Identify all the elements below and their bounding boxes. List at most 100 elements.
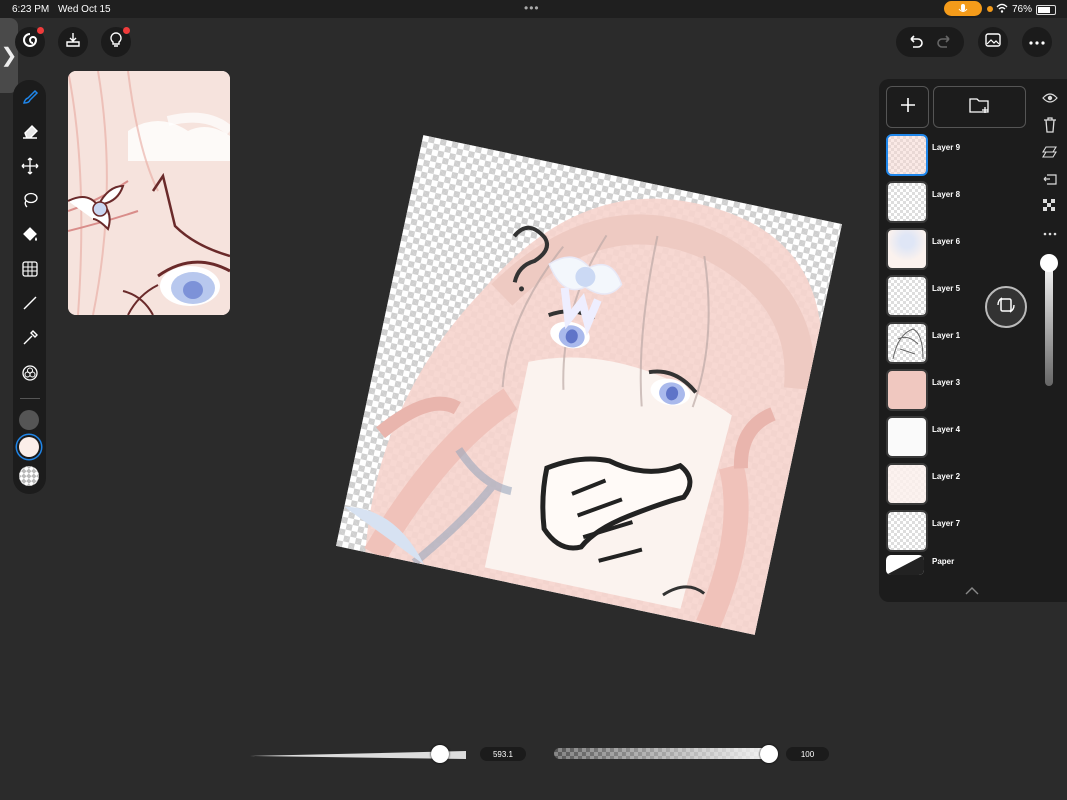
layer-name: Paper [932, 557, 955, 566]
more-icon[interactable] [1041, 226, 1059, 242]
opacity-slider[interactable] [554, 748, 778, 759]
reference-artwork [68, 71, 230, 315]
layer-thumbnail [886, 555, 924, 575]
lasso-icon [21, 191, 39, 214]
fill-icon [21, 225, 39, 248]
lasso-tool[interactable] [19, 191, 41, 213]
layer-item[interactable]: Layer 6 [886, 228, 1046, 270]
brush-tool[interactable] [19, 88, 41, 110]
rotate-canvas-button[interactable] [985, 286, 1027, 328]
canvas-surface[interactable] [336, 135, 842, 635]
lightbulb-icon [107, 31, 125, 54]
trash-icon[interactable] [1041, 117, 1059, 133]
layer-thumbnail [886, 369, 928, 411]
move-tool[interactable] [19, 157, 41, 179]
layer-name: Layer 5 [932, 284, 961, 293]
layer-thumbnail [886, 322, 928, 364]
brush-size-knob[interactable] [431, 745, 450, 763]
wifi-icon [996, 3, 1008, 16]
layer-thumbnail [886, 181, 928, 223]
layer-name: Layer 9 [932, 143, 961, 152]
notification-dot [37, 27, 44, 34]
eraser-tool[interactable] [19, 122, 41, 144]
import-icon [64, 31, 82, 54]
sidebar-toggle[interactable]: ❯ [0, 18, 18, 93]
layer-opacity-slider[interactable] [1045, 256, 1053, 386]
battery-percent: 76% [1012, 4, 1033, 15]
layer-name: Layer 6 [932, 237, 961, 246]
status-bar: 6:23 PM Wed Oct 15 ••• 76% [0, 0, 1067, 18]
checker-icon[interactable] [1041, 198, 1059, 214]
transparent-color-swatch[interactable] [19, 466, 39, 486]
reference-image-window[interactable] [68, 71, 230, 315]
brush-size-value: 593.1 [480, 747, 526, 761]
collapse-chevron-icon[interactable] [965, 582, 979, 600]
import-button[interactable] [58, 27, 88, 57]
layer-name: Layer 4 [932, 425, 961, 434]
primary-color-swatch[interactable] [19, 410, 39, 430]
layer-thumbnail [886, 416, 928, 458]
layer-name: Layer 3 [932, 378, 961, 387]
paper-layer-item[interactable]: Paper [886, 555, 1046, 577]
opacity-knob[interactable] [760, 745, 779, 763]
layer-item[interactable]: Layer 1 [886, 322, 1046, 364]
rotate-icon [995, 294, 1017, 321]
app-menu-button[interactable] [15, 27, 45, 57]
layer-name: Layer 7 [932, 519, 961, 528]
layer-name: Layer 2 [932, 472, 961, 481]
app-logo-icon [21, 31, 39, 54]
line-tool[interactable] [19, 294, 41, 316]
more-options-button[interactable] [1022, 27, 1052, 57]
more-icon [1028, 33, 1046, 51]
redo-icon[interactable] [936, 33, 954, 56]
opacity-value: 100 [786, 747, 829, 761]
eyedropper-tool[interactable] [19, 329, 41, 351]
artwork [344, 198, 822, 635]
add-layer-icon [899, 96, 917, 119]
export-icon[interactable] [1041, 171, 1059, 187]
battery-icon [1036, 5, 1056, 15]
layer-name: Layer 1 [932, 331, 961, 340]
status-date: Wed Oct 15 [58, 4, 111, 15]
layers-panel: Layer 9 Layer 8 Layer 6 Layer 5 Layer 1 … [879, 79, 1067, 602]
merge-icon[interactable] [1041, 144, 1059, 160]
color-wheel-tool[interactable] [19, 364, 41, 386]
fill-tool[interactable] [19, 225, 41, 247]
line-icon [21, 294, 39, 317]
add-folder-button[interactable] [933, 86, 1026, 128]
layer-item[interactable]: Layer 2 [886, 463, 1046, 505]
status-time: 6:23 PM [12, 4, 50, 15]
recording-dot [987, 6, 993, 12]
layer-thumbnail [886, 275, 928, 317]
toolbar-divider [20, 398, 40, 399]
move-icon [21, 157, 39, 180]
gallery-icon [984, 31, 1002, 54]
layer-thumbnail [886, 463, 928, 505]
layer-item[interactable]: Layer 3 [886, 369, 1046, 411]
eyedropper-icon [21, 329, 39, 352]
gallery-button[interactable] [978, 27, 1008, 57]
tips-button[interactable] [101, 27, 131, 57]
undo-redo-group [896, 27, 964, 57]
tool-bar [13, 80, 46, 494]
multitask-dots[interactable]: ••• [524, 1, 540, 15]
layer-item[interactable]: Layer 4 [886, 416, 1046, 458]
layer-item[interactable]: Layer 9 [886, 134, 1046, 176]
layer-thumbnail [886, 228, 928, 270]
eraser-icon [21, 122, 39, 145]
layer-item[interactable]: Layer 8 [886, 181, 1046, 223]
undo-icon[interactable] [906, 33, 924, 56]
add-layer-button[interactable] [886, 86, 929, 128]
brush-icon [21, 88, 39, 111]
notification-dot [123, 27, 130, 34]
layer-opacity-slider-knob[interactable] [1040, 254, 1058, 272]
eye-icon[interactable] [1041, 90, 1059, 106]
secondary-color-swatch[interactable] [19, 437, 39, 457]
transform-grid-tool[interactable] [19, 260, 41, 282]
canvas[interactable] [336, 135, 842, 635]
grid-icon [21, 260, 39, 283]
layer-thumbnail [886, 134, 928, 176]
mic-indicator [944, 1, 982, 16]
color-wheel-icon [21, 364, 39, 387]
layer-item[interactable]: Layer 7 [886, 510, 1046, 552]
